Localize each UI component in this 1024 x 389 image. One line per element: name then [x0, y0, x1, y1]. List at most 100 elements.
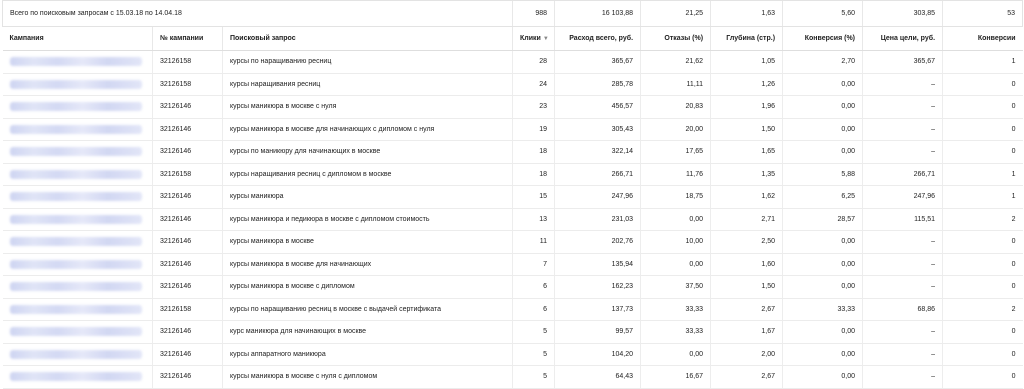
cell-query: курсы по наращиванию ресниц в москве с в… [221, 298, 513, 321]
cell-conversion: 0,00 [782, 320, 863, 344]
redacted-campaign-name [9, 349, 142, 359]
col-campaign[interactable]: Кампания [2, 26, 153, 51]
cell-clicks: 11 [512, 230, 555, 254]
cell-conversions: 1 [942, 163, 1023, 186]
cell-campaign-id: 32126146 [152, 343, 223, 366]
cell-conversions: 0 [942, 343, 1023, 366]
campaign-name-redacted [2, 73, 153, 96]
campaign-name-redacted [2, 298, 153, 321]
cell-query: курсы аппаратного маникюра [221, 343, 513, 366]
cell-bounces: 37,50 [640, 275, 711, 299]
cell-spend: 162,23 [554, 275, 641, 299]
table-row: 32126146 курсы маникюра в москве с нуля 23… [2, 95, 1023, 119]
cell-goal-price: 115,51 [862, 208, 943, 231]
campaign-name-redacted [2, 118, 153, 141]
cell-spend: 365,67 [554, 50, 641, 74]
cell-bounces: 0,00 [640, 208, 711, 231]
cell-conversion: 0,00 [782, 230, 863, 254]
cell-query: курсы маникюра [221, 185, 513, 209]
redacted-campaign-name [9, 102, 142, 112]
cell-clicks: 18 [512, 163, 555, 186]
cell-depth: 1,65 [710, 140, 783, 164]
cell-query: курсы маникюра в москве с нуля [221, 95, 513, 119]
cell-conversion: 33,33 [782, 298, 863, 321]
cell-clicks: 5 [512, 365, 555, 389]
cell-bounces: 21,62 [640, 50, 711, 74]
cell-bounces: 18,75 [640, 185, 711, 209]
cell-spend: 104,20 [554, 343, 641, 366]
cell-query: курсы маникюра и педикюра в москве с дип… [221, 208, 513, 231]
cell-conversion: 28,57 [782, 208, 863, 231]
summary-conversions: 53 [942, 0, 1024, 27]
search-queries-table: Всего по поисковым запросам с 15.03.18 п… [1, 0, 1024, 389]
cell-spend: 137,73 [554, 298, 641, 321]
cell-clicks: 5 [512, 343, 555, 366]
cell-conversions: 0 [942, 275, 1023, 299]
col-bounces[interactable]: Отказы (%) [640, 26, 711, 51]
cell-conversion: 5,88 [782, 163, 863, 186]
table-row: 32126158 курсы наращивания ресниц с дипло… [2, 163, 1023, 186]
cell-spend: 285,78 [554, 73, 641, 96]
cell-depth: 1,60 [710, 253, 783, 276]
cell-clicks: 19 [512, 118, 555, 141]
cell-clicks: 6 [512, 298, 555, 321]
cell-clicks: 5 [512, 320, 555, 344]
campaign-name-redacted [2, 50, 153, 74]
cell-campaign-id: 32126158 [152, 50, 223, 74]
cell-goal-price: – [862, 73, 943, 96]
redacted-campaign-name [9, 57, 142, 67]
col-conversion[interactable]: Конверсия (%) [782, 26, 863, 51]
cell-depth: 2,00 [710, 343, 783, 366]
summary-label: Всего по поисковым запросам с 15.03.18 п… [1, 0, 513, 27]
cell-conversion: 0,00 [782, 343, 863, 366]
cell-conversion: 0,00 [782, 95, 863, 119]
redacted-campaign-name [9, 259, 142, 269]
cell-query: курсы наращивания ресниц с дипломом в мо… [221, 163, 513, 186]
table-row: 32126146 курс маникюра для начинающих в м… [2, 320, 1023, 344]
col-spend[interactable]: Расход всего, руб. [554, 26, 641, 51]
table-row: 32126146 курсы маникюра в москве с нуля с… [2, 365, 1023, 389]
cell-conversions: 2 [942, 208, 1023, 231]
redacted-campaign-name [9, 327, 142, 337]
cell-bounces: 0,00 [640, 253, 711, 276]
cell-bounces: 0,00 [640, 343, 711, 366]
table-row: 32126146 курсы по маникюру для начинающих… [2, 140, 1023, 164]
cell-depth: 1,35 [710, 163, 783, 186]
col-conversions[interactable]: Конверсии [942, 26, 1023, 51]
redacted-campaign-name [9, 124, 142, 134]
cell-query: курс маникюра для начинающих в москве [221, 320, 513, 344]
cell-campaign-id: 32126146 [152, 185, 223, 209]
cell-bounces: 33,33 [640, 298, 711, 321]
cell-conversion: 0,00 [782, 253, 863, 276]
col-depth[interactable]: Глубина (стр.) [710, 26, 783, 51]
cell-campaign-id: 32126158 [152, 163, 223, 186]
col-clicks[interactable]: Клики ▼ [512, 26, 555, 51]
summary-row: Всего по поисковым запросам с 15.03.18 п… [1, 0, 1024, 27]
campaign-name-redacted [2, 95, 153, 119]
cell-spend: 322,14 [554, 140, 641, 164]
cell-bounces: 17,65 [640, 140, 711, 164]
cell-campaign-id: 32126146 [152, 253, 223, 276]
table-row: 32126146 курсы маникюра 15 247,96 18,75 1,62 6… [2, 185, 1023, 209]
cell-clicks: 13 [512, 208, 555, 231]
col-goal-price[interactable]: Цена цели, руб. [862, 26, 943, 51]
campaign-name-redacted [2, 208, 153, 231]
cell-campaign-id: 32126146 [152, 365, 223, 389]
cell-goal-price: 68,86 [862, 298, 943, 321]
summary-depth: 1,63 [710, 0, 783, 27]
cell-spend: 231,03 [554, 208, 641, 231]
cell-query: курсы по наращиванию ресниц [221, 50, 513, 74]
cell-campaign-id: 32126146 [152, 95, 223, 119]
cell-goal-price: 365,67 [862, 50, 943, 74]
cell-campaign-id: 32126146 [152, 208, 223, 231]
redacted-campaign-name [9, 214, 142, 224]
col-campaign-id[interactable]: № кампании [152, 26, 223, 51]
cell-clicks: 28 [512, 50, 555, 74]
redacted-campaign-name [9, 192, 142, 202]
cell-depth: 1,05 [710, 50, 783, 74]
campaign-name-redacted [2, 185, 153, 209]
col-clicks-label: Клики [520, 35, 541, 42]
col-query[interactable]: Поисковый запрос [221, 26, 513, 51]
redacted-campaign-name [9, 169, 142, 179]
sort-desc-icon: ▼ [542, 36, 549, 42]
